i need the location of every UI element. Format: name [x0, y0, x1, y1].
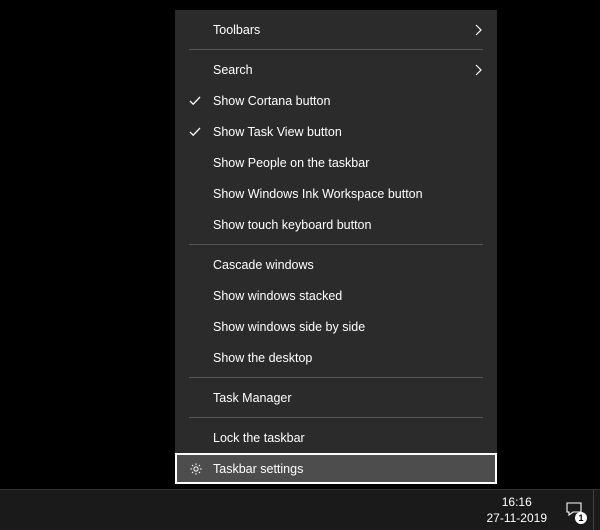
- chevron-right-icon: [467, 64, 483, 76]
- chevron-right-icon: [467, 24, 483, 36]
- menu-item-label: Show windows side by side: [213, 320, 467, 334]
- gear-icon: [189, 462, 213, 476]
- menu-item-show-task-view-button[interactable]: Show Task View button: [175, 116, 497, 147]
- menu-item-label: Cascade windows: [213, 258, 467, 272]
- menu-item-label: Task Manager: [213, 391, 467, 405]
- menu-item-show-the-desktop[interactable]: Show the desktop: [175, 342, 497, 373]
- taskbar-spacer: [0, 490, 479, 530]
- menu-item-show-windows-ink-workspace-button[interactable]: Show Windows Ink Workspace button: [175, 178, 497, 209]
- tray-date: 27-11-2019: [487, 510, 548, 526]
- menu-item-label: Show People on the taskbar: [213, 156, 467, 170]
- menu-item-label: Lock the taskbar: [213, 431, 467, 445]
- system-tray-clock[interactable]: 16:16 27-11-2019: [479, 490, 556, 530]
- checkmark-icon: [189, 95, 213, 107]
- menu-item-label: Search: [213, 63, 467, 77]
- menu-item-cascade-windows[interactable]: Cascade windows: [175, 249, 497, 280]
- menu-item-show-windows-side-by-side[interactable]: Show windows side by side: [175, 311, 497, 342]
- menu-item-show-windows-stacked[interactable]: Show windows stacked: [175, 280, 497, 311]
- menu-item-taskbar-settings[interactable]: Taskbar settings: [175, 453, 497, 484]
- menu-item-lock-the-taskbar[interactable]: Lock the taskbar: [175, 422, 497, 453]
- menu-item-label: Taskbar settings: [213, 462, 467, 476]
- taskbar-context-menu: Toolbars Search Show Cortana button: [175, 10, 497, 484]
- taskbar[interactable]: 16:16 27-11-2019 1: [0, 489, 600, 530]
- desktop: Toolbars Search Show Cortana button: [0, 0, 600, 530]
- separator: [189, 49, 483, 50]
- show-desktop-peek[interactable]: [593, 490, 600, 530]
- menu-item-label: Show Cortana button: [213, 94, 467, 108]
- menu-item-show-touch-keyboard-button[interactable]: Show touch keyboard button: [175, 209, 497, 240]
- separator: [189, 244, 483, 245]
- menu-item-label: Show the desktop: [213, 351, 467, 365]
- menu-item-label: Show Windows Ink Workspace button: [213, 187, 467, 201]
- separator: [189, 377, 483, 378]
- menu-item-label: Toolbars: [213, 23, 467, 37]
- tray-time: 16:16: [502, 494, 532, 510]
- notification-badge: 1: [575, 512, 587, 524]
- menu-item-search[interactable]: Search: [175, 54, 497, 85]
- menu-item-show-people-on-taskbar[interactable]: Show People on the taskbar: [175, 147, 497, 178]
- separator: [189, 417, 483, 418]
- menu-item-label: Show windows stacked: [213, 289, 467, 303]
- action-center-button[interactable]: 1: [555, 490, 593, 530]
- menu-item-task-manager[interactable]: Task Manager: [175, 382, 497, 413]
- menu-item-label: Show Task View button: [213, 125, 467, 139]
- menu-item-label: Show touch keyboard button: [213, 218, 467, 232]
- menu-item-show-cortana-button[interactable]: Show Cortana button: [175, 85, 497, 116]
- checkmark-icon: [189, 126, 213, 138]
- menu-item-toolbars[interactable]: Toolbars: [175, 14, 497, 45]
